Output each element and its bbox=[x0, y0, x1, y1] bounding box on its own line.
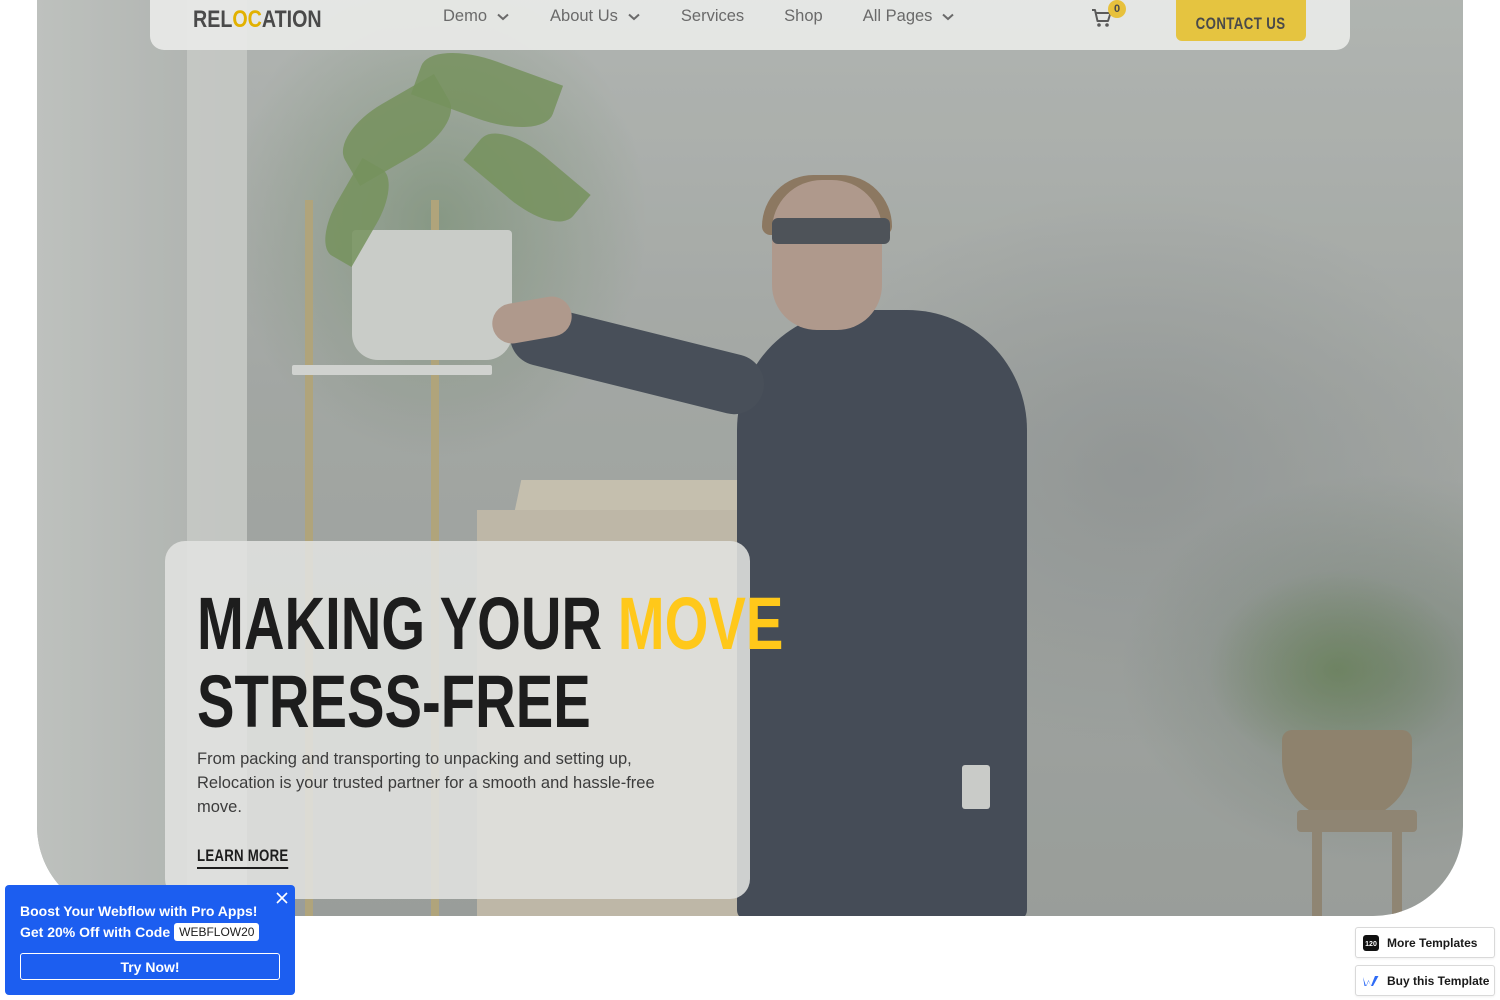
buy-template-button[interactable]: Buy this Template bbox=[1355, 965, 1495, 996]
nav-item-about-us[interactable]: About Us bbox=[550, 7, 641, 26]
hero-card: MAKING YOUR MOVE STRESS-FREE From packin… bbox=[165, 541, 783, 899]
logo-text-suffix: ATION bbox=[261, 6, 322, 33]
more-templates-button[interactable]: 120 More Templates bbox=[1355, 927, 1495, 958]
promo-headline: Boost Your Webflow with Pro Apps! bbox=[20, 903, 258, 919]
promo-offer-text: Get 20% Off with Code bbox=[20, 924, 171, 940]
nav-item-all-pages[interactable]: All Pages bbox=[863, 7, 956, 26]
more-templates-label: More Templates bbox=[1387, 935, 1478, 950]
nav-item-label: Shop bbox=[784, 7, 823, 25]
nav-item-label: About Us bbox=[550, 7, 618, 25]
chevron-down-icon bbox=[496, 10, 510, 24]
nav-item-label: Demo bbox=[443, 7, 488, 25]
contact-us-label: CONTACT US bbox=[1196, 14, 1286, 33]
close-icon[interactable] bbox=[275, 891, 289, 905]
nav-item-label: Services bbox=[680, 7, 745, 25]
templates-count-text: 120 bbox=[1365, 941, 1377, 948]
templates-count-icon: 120 bbox=[1363, 934, 1379, 951]
hero-description: From packing and transporting to unpacki… bbox=[197, 750, 655, 816]
webflow-logo-icon bbox=[1363, 973, 1379, 989]
site-logo[interactable]: REL OC ATION bbox=[193, 5, 322, 35]
nav-item-shop[interactable]: Shop bbox=[784, 7, 823, 26]
logo-text-accent: OC bbox=[232, 6, 262, 33]
logo-text-prefix: REL bbox=[193, 6, 233, 33]
nav-item-label: All Pages bbox=[862, 7, 933, 25]
buy-template-label: Buy this Template bbox=[1387, 973, 1490, 988]
hero-headline: MAKING YOUR MOVE STRESS-FREE bbox=[197, 582, 783, 743]
contact-us-button[interactable]: CONTACT US bbox=[1176, 0, 1306, 41]
nav-item-demo[interactable]: Demo bbox=[443, 7, 510, 26]
promo-popup: Boost Your Webflow with Pro Apps! Get 20… bbox=[5, 885, 295, 995]
cart-count-badge: 0 bbox=[1108, 0, 1126, 18]
promo-offer: Get 20% Off with Code WEBFLOW20 bbox=[20, 923, 260, 941]
chevron-down-icon bbox=[941, 10, 955, 24]
chevron-down-icon bbox=[627, 10, 641, 24]
promo-code-badge: WEBFLOW20 bbox=[174, 923, 260, 941]
navbar: REL OC ATION Demo About Us Services Shop A… bbox=[150, 0, 1350, 50]
try-now-button[interactable]: Try Now! bbox=[20, 953, 280, 980]
headline-highlight: MOVE bbox=[617, 582, 784, 665]
headline-part1: MAKING YOUR bbox=[197, 582, 603, 665]
headline-part2: STRESS-FREE bbox=[197, 660, 591, 743]
nav-item-services[interactable]: Services bbox=[681, 7, 744, 26]
nav-links: Demo About Us Services Shop All Pages bbox=[443, 7, 995, 26]
learn-more-link[interactable]: LEARN MORE bbox=[197, 846, 289, 869]
